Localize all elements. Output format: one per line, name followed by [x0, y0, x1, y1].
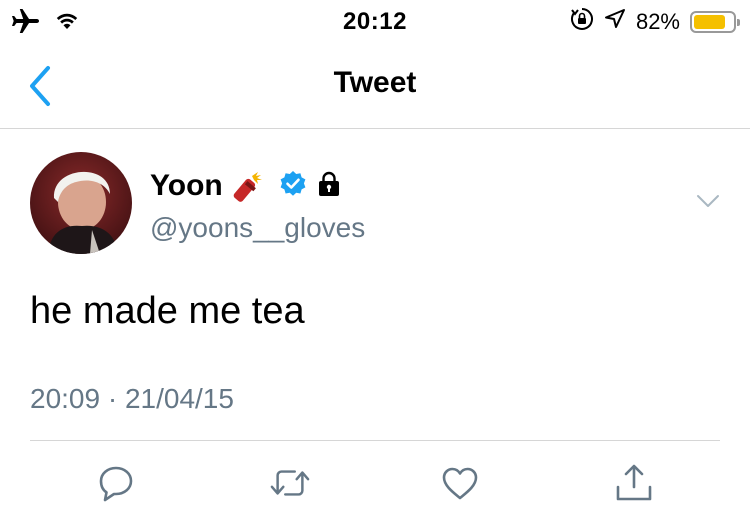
chevron-down-icon [697, 195, 719, 207]
page-title: Tweet [333, 66, 417, 99]
tweet-author: Yoon @yoons__gloves [150, 166, 365, 244]
navigation-bar: Tweet [0, 42, 750, 129]
tweet-actions [0, 462, 750, 504]
firecracker-emoji [233, 166, 269, 207]
tweet-options-button[interactable] [696, 194, 720, 208]
author-name[interactable]: Yoon [150, 169, 223, 203]
share-button[interactable] [614, 462, 654, 504]
battery-icon [690, 10, 740, 33]
tweet-text: he made me tea [30, 290, 305, 332]
like-icon [442, 467, 478, 500]
reply-icon [99, 466, 133, 502]
avatar[interactable] [30, 152, 132, 254]
rotation-lock-icon [570, 7, 594, 36]
reply-button[interactable] [96, 462, 136, 504]
location-icon [604, 8, 626, 35]
share-icon [616, 464, 652, 501]
like-button[interactable] [440, 462, 480, 504]
status-bar: 20:12 82% [0, 0, 750, 42]
divider [30, 440, 720, 441]
battery-level [694, 14, 726, 29]
battery-percent: 82% [635, 8, 680, 34]
retweet-icon [270, 470, 310, 496]
author-handle[interactable]: @yoons__gloves [150, 212, 365, 244]
lock-icon [317, 171, 341, 202]
verified-icon [279, 170, 307, 203]
tweet-timestamp: 20:09 · 21/04/15 [30, 383, 234, 414]
retweet-button[interactable] [270, 462, 310, 504]
